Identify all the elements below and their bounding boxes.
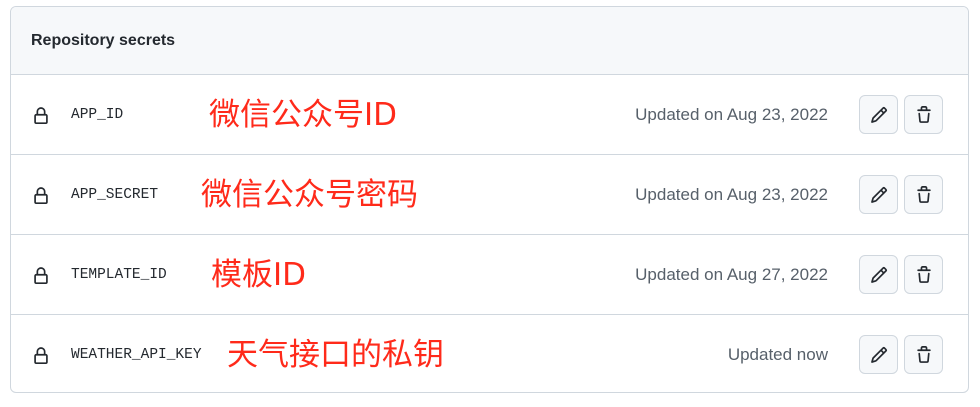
edit-secret-button[interactable] <box>859 335 898 374</box>
pencil-icon <box>870 186 887 203</box>
delete-secret-button[interactable] <box>904 95 943 134</box>
edit-secret-button[interactable] <box>859 95 898 134</box>
repository-secrets-panel: Repository secrets APP_ID 微信公众号ID Update… <box>10 6 969 393</box>
pencil-icon <box>870 346 887 363</box>
secret-name: TEMPLATE_ID <box>71 267 167 283</box>
secret-name: APP_ID <box>71 107 124 123</box>
delete-secret-button[interactable] <box>904 335 943 374</box>
panel-title: Repository secrets <box>31 31 176 49</box>
delete-secret-button[interactable] <box>904 175 943 214</box>
delete-secret-button[interactable] <box>904 255 943 294</box>
pencil-icon <box>870 106 887 123</box>
secret-updated: Updated on Aug 23, 2022 <box>635 105 828 124</box>
secret-updated: Updated on Aug 27, 2022 <box>635 265 828 284</box>
trash-icon <box>916 345 931 363</box>
trash-icon <box>916 185 931 203</box>
edit-secret-button[interactable] <box>859 175 898 214</box>
pencil-icon <box>870 266 887 283</box>
trash-icon <box>916 265 931 283</box>
secret-row-app-id: APP_ID 微信公众号ID Updated on Aug 23, 2022 <box>11 75 968 155</box>
secret-updated: Updated now <box>727 345 828 364</box>
secret-annotation: 模板ID <box>211 257 307 293</box>
secret-row-template-id: TEMPLATE_ID 模板ID Updated on Aug 27, 2022 <box>11 235 968 315</box>
lock-icon <box>34 187 48 204</box>
secret-annotation: 微信公众号ID <box>209 97 398 133</box>
secret-name: APP_SECRET <box>71 187 159 203</box>
lock-icon <box>34 267 48 284</box>
secret-annotation: 天气接口的私钥 <box>227 337 444 373</box>
secret-updated: Updated on Aug 23, 2022 <box>635 185 828 204</box>
secret-name: WEATHER_API_KEY <box>71 347 202 363</box>
secret-row-weather-api-key: WEATHER_API_KEY 天气接口的私钥 Updated now <box>11 315 968 392</box>
edit-secret-button[interactable] <box>859 255 898 294</box>
secret-row-app-secret: APP_SECRET 微信公众号密码 Updated on Aug 23, 20… <box>11 155 968 235</box>
panel-header: Repository secrets <box>11 7 968 75</box>
lock-icon <box>34 107 48 124</box>
lock-icon <box>34 347 48 364</box>
secret-annotation: 微信公众号密码 <box>201 177 418 213</box>
trash-icon <box>916 105 931 123</box>
